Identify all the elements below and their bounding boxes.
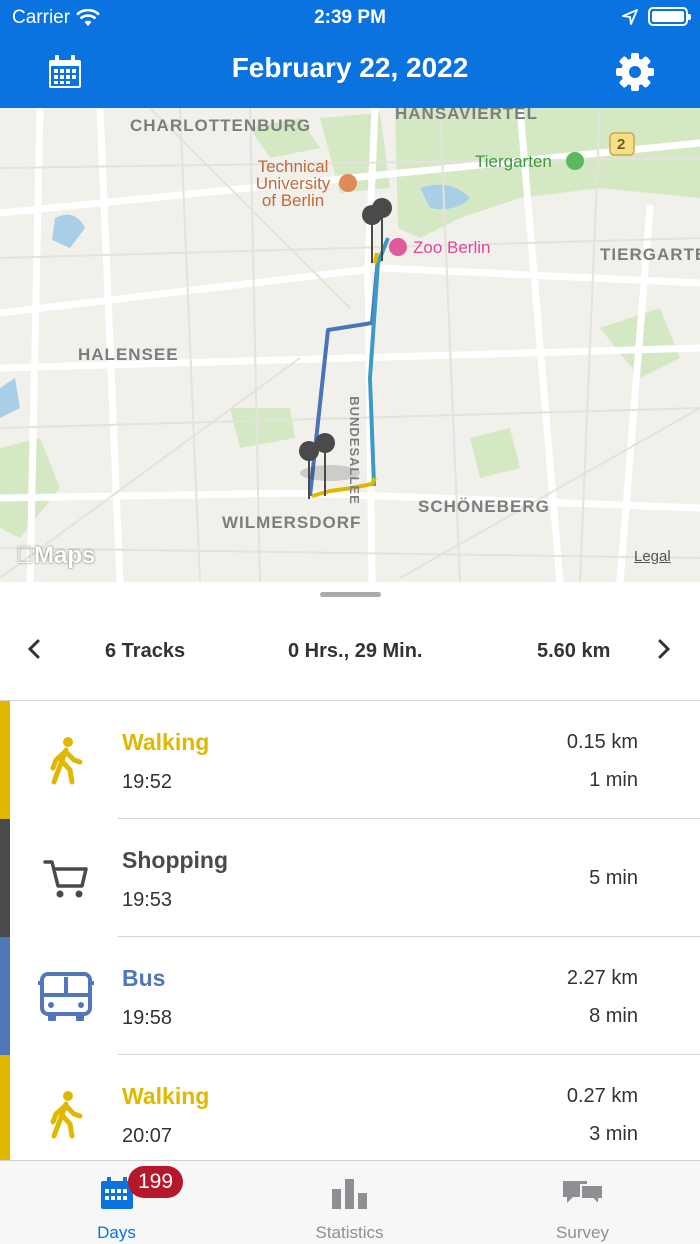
tab-days[interactable]: 199 Days: [0, 1161, 233, 1244]
tab-bar: 199 Days Statistics Survey: [0, 1160, 700, 1244]
track-duration: 5 min: [589, 867, 638, 889]
map-label-tiergarten-district: TIERGARTEN: [600, 245, 700, 264]
map-view[interactable]: CHARLOTTENBURG HANSAVIERTEL TIERGARTEN H…: [0, 108, 700, 582]
bus-icon: [38, 972, 94, 1021]
track-start-time: 19:58: [122, 1007, 173, 1029]
gear-icon[interactable]: [615, 52, 655, 92]
track-distance: 0.15 km: [566, 731, 638, 753]
track-mode: Walking: [122, 729, 210, 755]
tab-statistics-label: Statistics: [315, 1223, 384, 1242]
location-arrow-icon: [622, 8, 638, 25]
route-shield: 2: [617, 136, 627, 153]
map-label-charlottenburg: CHARLOTTENBURG: [130, 116, 312, 135]
track-mode: Bus: [122, 965, 166, 991]
tab-statistics[interactable]: Statistics: [233, 1161, 466, 1244]
poi-zoo-berlin[interactable]: Zoo Berlin: [413, 238, 490, 258]
map-label-halensee: HALENSEE: [78, 345, 179, 364]
map-label-schoeneberg: SCHÖNEBERG: [418, 497, 550, 516]
tab-survey[interactable]: Survey: [466, 1161, 699, 1244]
walking-icon: [50, 737, 83, 785]
poi-tiergarten[interactable]: Tiergarten: [475, 152, 552, 172]
summary-duration: 0 Hrs., 29 Min.: [288, 640, 423, 662]
bar-chart-icon: [331, 1179, 367, 1209]
apple-maps-logo: Maps: [16, 542, 95, 569]
summary-tracks: 6 Tracks: [105, 640, 186, 662]
shopping-cart-icon: [43, 860, 88, 898]
track-start-time: 19:53: [122, 889, 173, 911]
track-distance: 2.27 km: [566, 967, 638, 989]
day-summary: 6 Tracks 0 Hrs., 29 Min. 5.60 km: [0, 620, 700, 680]
header-bar: Carrier 2:39 PM February 22, 2022: [0, 0, 700, 108]
legal-link[interactable]: Legal: [634, 548, 671, 565]
map-label-hansaviertel: HANSAVIERTEL: [395, 108, 538, 123]
battery-icon: [648, 7, 691, 26]
chevron-right-icon[interactable]: [656, 638, 672, 660]
track-row-walking[interactable]: Walking 20:07 0.27 km 3 min: [0, 1055, 700, 1173]
map-label-bundesallee: BUNDESALLEE: [346, 396, 362, 505]
walking-icon: [50, 1091, 83, 1139]
track-row-walking[interactable]: Walking 19:52 0.15 km 1 min: [0, 701, 700, 819]
drag-handle[interactable]: [320, 592, 381, 597]
track-row-bus[interactable]: Bus 19:58 2.27 km 8 min: [0, 937, 700, 1055]
track-start-time: 19:52: [122, 771, 173, 793]
mode-color-bar: [0, 819, 10, 937]
mode-color-bar: [0, 701, 10, 819]
track-mode: Shopping: [122, 847, 229, 873]
page-title: February 22, 2022: [231, 52, 469, 83]
status-bar: Carrier 2:39 PM: [0, 0, 700, 36]
map-label-wilmersdorf: WILMERSDORF: [222, 513, 362, 532]
track-duration: 1 min: [589, 769, 638, 791]
track-start-time: 20:07: [122, 1125, 173, 1147]
mode-color-bar: [0, 937, 10, 1055]
mode-color-bar: [0, 1055, 10, 1173]
chevron-left-icon[interactable]: [26, 638, 42, 660]
summary-distance: 5.60 km: [537, 640, 611, 662]
tab-survey-label: Survey: [556, 1223, 609, 1242]
track-row-shopping[interactable]: Shopping 19:53 5 min: [0, 819, 700, 937]
tab-days-label: Days: [97, 1223, 136, 1242]
track-duration: 8 min: [589, 1005, 638, 1027]
chat-bubbles-icon: [562, 1181, 604, 1208]
track-duration: 3 min: [589, 1123, 638, 1145]
status-time: 2:39 PM: [314, 7, 386, 28]
track-distance: 0.27 km: [566, 1085, 638, 1107]
days-badge: 199: [128, 1166, 184, 1198]
poi-tu-berlin[interactable]: Technical University of Berlin: [248, 158, 338, 209]
track-mode: Walking: [122, 1083, 210, 1109]
